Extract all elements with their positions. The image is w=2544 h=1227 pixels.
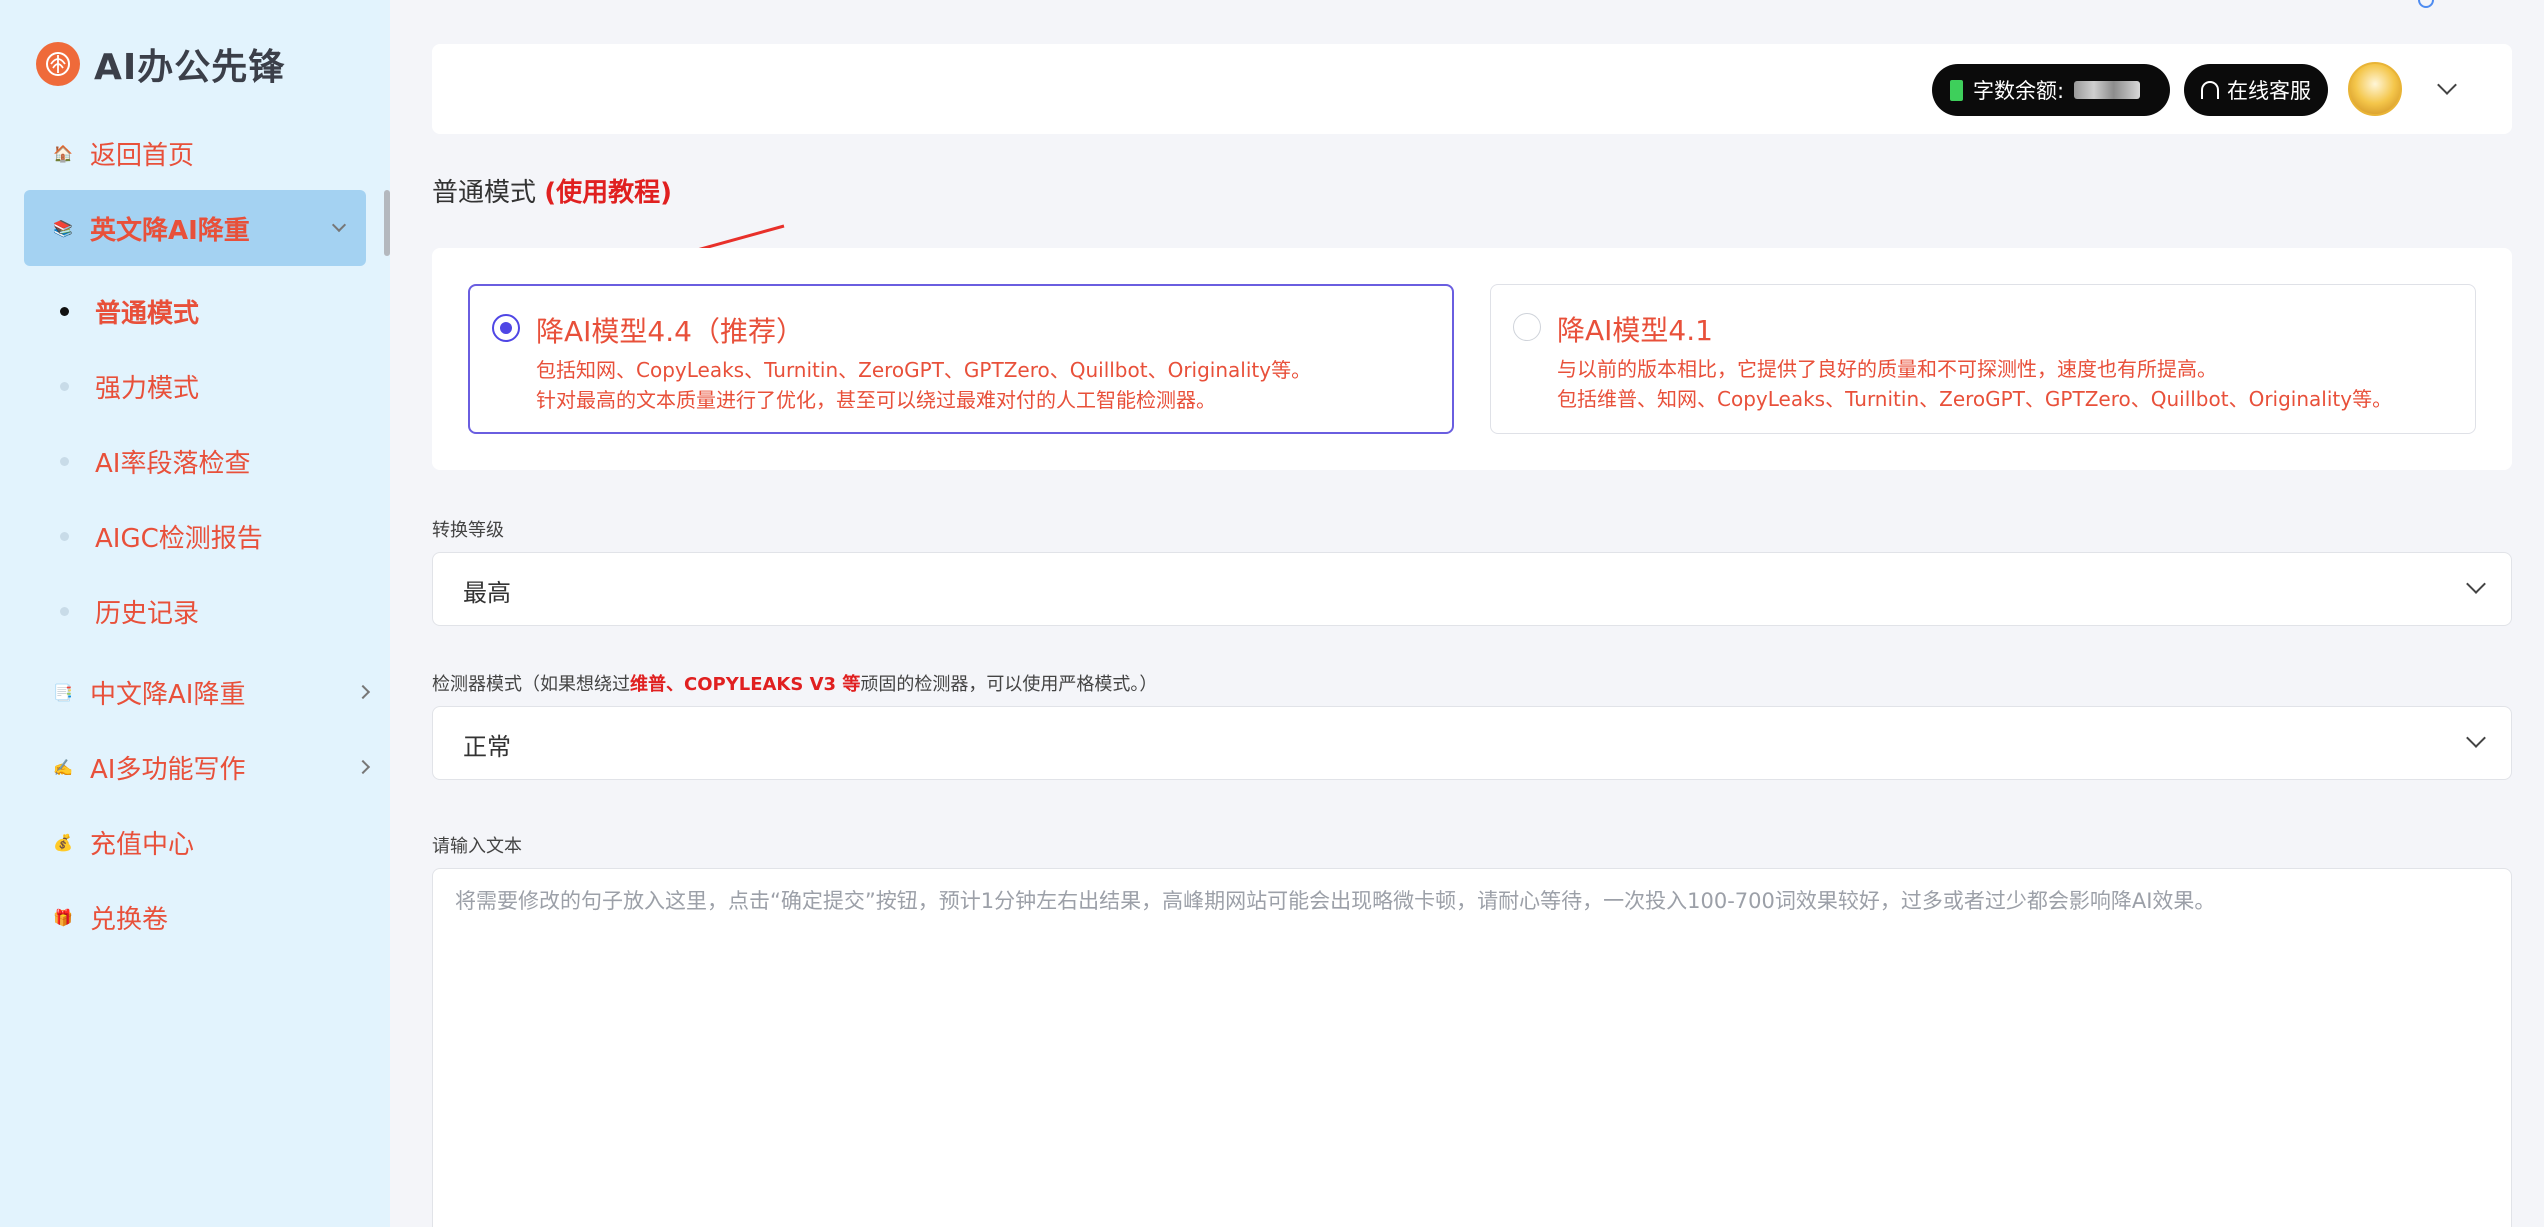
detector-mode-label: 检测器模式（如果想绕过维普、COPYLEAKS V3 等顽固的检测器，可以使用严… [432,670,1157,696]
logo-text: AI办公先锋 [94,47,286,88]
detector-label-suffix: 顽固的检测器，可以使用严格模式。） [860,674,1158,695]
battery-icon [1950,79,1963,101]
conversion-level-label: 转换等级 [432,520,504,541]
sidebar-item-coupon[interactable]: 🎁 兑换卷 [48,892,168,942]
model-card-4-4[interactable]: 降AI模型4.4（推荐） 包括知网、CopyLeaks、Turnitin、Zer… [468,284,1454,434]
sidebar-subitem-ai-paragraph-check[interactable]: AI率段落检查 [60,438,250,484]
balance-badge[interactable]: 字数余额: [1932,64,2170,116]
sidebar-subitem-label: 普通模式 [95,298,200,329]
detector-label-highlight: 维普、COPYLEAKS V3 等 [630,674,861,695]
logo[interactable]: AI办公先锋 [36,38,285,90]
sidebar-item-english-deai[interactable]: 📚 英文降AI降重 [24,190,366,266]
sidebar-item-label: 返回首页 [90,140,195,171]
document-icon: 📑 [53,682,73,702]
detector-label-prefix: 检测器模式（如果想绕过 [432,674,630,695]
sidebar-subitem-aigc-report[interactable]: AIGC检测报告 [60,513,263,559]
detector-mode-value: 正常 [463,733,511,761]
bullet-icon [60,381,69,391]
model-title: 降AI模型4.4（推荐） [536,315,804,348]
bullet-icon [60,531,69,541]
bullet-icon [60,306,69,316]
sidebar-subitem-label: 历史记录 [95,598,200,629]
chevron-right-icon [355,684,371,700]
sidebar-item-home[interactable]: 🏠 返回首页 [48,128,194,178]
sidebar-item-label: 兑换卷 [90,904,169,935]
chevron-down-icon [331,217,347,233]
chevron-down-icon[interactable] [2437,75,2457,95]
bullet-icon [60,606,69,616]
tutorial-link[interactable]: (使用教程) [544,178,672,208]
radio-unchecked-icon[interactable] [1513,313,1541,341]
online-service-button[interactable]: 在线客服 [2184,64,2328,116]
bullet-icon [60,456,69,466]
sidebar-item-label: 中文降AI降重 [90,679,246,710]
headset-icon [2201,81,2219,99]
books-icon: 📚 [53,218,73,238]
money-bag-icon: 💰 [53,832,73,852]
sidebar: AI办公先锋 🏠 返回首页 📚 英文降AI降重 普通模式 强力模式 AI率段落检… [0,0,390,1227]
input-textarea[interactable] [432,868,2512,1227]
sidebar-item-label: 英文降AI降重 [90,215,250,246]
chevron-down-icon [2466,728,2486,748]
model-selection-panel: 降AI模型4.4（推荐） 包括知网、CopyLeaks、Turnitin、Zer… [432,248,2512,470]
sidebar-subitem-strong-mode[interactable]: 强力模式 [60,363,199,409]
notification-icon[interactable] [2418,0,2434,8]
model-description: 与以前的版本相比，它提供了良好的质量和不可探测性，速度也有所提高。 [1557,357,2217,381]
model-description: 针对最高的文本质量进行了优化，甚至可以绕过最难对付的人工智能检测器。 [536,388,1216,412]
sidebar-subitem-history[interactable]: 历史记录 [60,588,199,634]
gift-icon: 🎁 [53,907,73,927]
radio-checked-icon[interactable] [492,314,520,342]
sidebar-scrollbar[interactable] [384,190,390,256]
page-title: 普通模式 (使用教程) [432,172,672,209]
sidebar-item-recharge[interactable]: 💰 充值中心 [48,817,194,867]
sidebar-subitem-label: 强力模式 [95,373,200,404]
service-label: 在线客服 [2227,79,2311,103]
sidebar-item-label: 充值中心 [90,829,195,860]
logo-icon [36,42,80,86]
sidebar-subitem-normal-mode[interactable]: 普通模式 [60,288,199,334]
sidebar-subitem-label: AI率段落检查 [95,448,251,479]
house-icon: 🏠 [53,143,73,163]
conversion-level-select[interactable]: 最高 [432,552,2512,626]
model-description: 包括知网、CopyLeaks、Turnitin、ZeroGPT、GPTZero、… [536,358,1312,382]
input-text-label: 请输入文本 [432,836,522,857]
model-title: 降AI模型4.1 [1557,314,1713,347]
model-description: 包括维普、知网、CopyLeaks、Turnitin、ZeroGPT、GPTZe… [1557,387,2393,411]
sidebar-item-label: AI多功能写作 [90,754,246,785]
model-card-4-1[interactable]: 降AI模型4.1 与以前的版本相比，它提供了良好的质量和不可探测性，速度也有所提… [1490,284,2476,434]
chevron-down-icon [2466,574,2486,594]
page-title-text: 普通模式 [432,178,537,208]
chevron-right-icon [355,759,371,775]
balance-value-redacted [2074,81,2141,99]
writing-hand-icon: ✍️ [53,757,73,777]
sidebar-subitem-label: AIGC检测报告 [95,523,263,554]
sidebar-item-chinese-deai[interactable]: 📑 中文降AI降重 [48,667,371,717]
top-header: 字数余额: 在线客服 [432,44,2512,134]
detector-mode-select[interactable]: 正常 [432,706,2512,780]
balance-label: 字数余额: [1973,79,2065,103]
conversion-level-value: 最高 [463,579,511,607]
avatar[interactable] [2348,62,2402,116]
sidebar-item-ai-writing[interactable]: ✍️ AI多功能写作 [48,742,371,792]
